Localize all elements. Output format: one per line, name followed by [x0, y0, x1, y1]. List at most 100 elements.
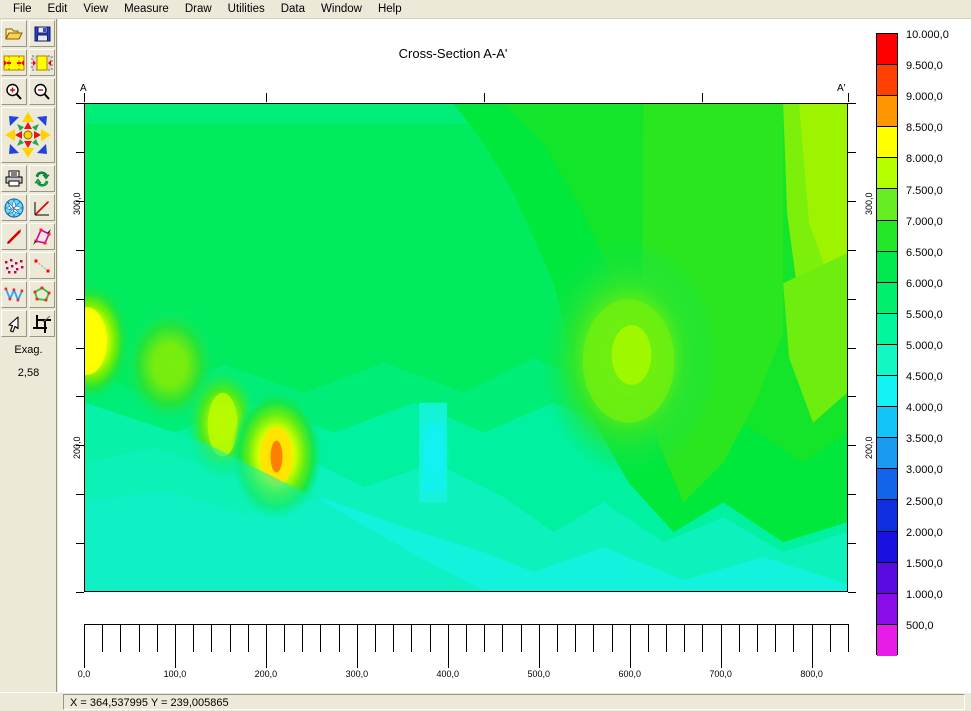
legend-swatch: [877, 96, 897, 128]
polygon-edit-button[interactable]: [29, 223, 55, 250]
contract-horizontal-button[interactable]: [29, 49, 55, 76]
legend-swatch: [877, 189, 897, 221]
depth-axis-tick: [76, 298, 84, 300]
distance-axis-label: 700,0: [709, 669, 732, 679]
top-axis-tick: [84, 93, 85, 102]
pan-button[interactable]: [1, 107, 55, 163]
contour-field: [85, 104, 847, 591]
menu-data[interactable]: Data: [273, 1, 313, 18]
depth-axis-label: 300,0: [72, 192, 82, 215]
pencil-button[interactable]: [1, 223, 27, 250]
polygon-edit-icon: [33, 228, 51, 245]
distance-axis-label: 600,0: [618, 669, 641, 679]
top-axis-tick: [702, 93, 704, 102]
distance-axis-label: 100,0: [163, 669, 187, 679]
open-folder-icon: [5, 28, 23, 39]
zoom-in-icon: [6, 83, 22, 100]
distance-minor-tick: [848, 624, 849, 652]
zoom-in-button[interactable]: [1, 78, 27, 105]
distance-minor-tick: [738, 624, 740, 652]
legend-swatch: [877, 624, 897, 656]
distance-minor-tick: [666, 624, 668, 652]
depth-axis-tick: [848, 103, 856, 104]
depth-axis-tick: [76, 396, 84, 398]
depth-axis-tick: [76, 494, 84, 496]
depth-axis-tick: [76, 103, 84, 104]
measure-angle-icon: [34, 200, 49, 215]
plot-canvas[interactable]: Cross-Section A-A' A A' 300,0 300,0 200,…: [58, 19, 971, 692]
point-to-point-button[interactable]: [29, 252, 55, 279]
distance-minor-tick: [684, 624, 686, 652]
menu-view[interactable]: View: [75, 1, 116, 18]
distance-axis-label: 200,0: [254, 669, 278, 679]
expand-horizontal-button[interactable]: [1, 49, 27, 76]
depth-axis-tick: [848, 396, 856, 398]
polygon-button[interactable]: [29, 281, 55, 308]
legend-label: 2.500,0: [906, 495, 943, 508]
legend-label: 9.500,0: [906, 60, 943, 73]
menu-help[interactable]: Help: [370, 1, 410, 18]
crop-button[interactable]: [29, 310, 55, 337]
menu-edit[interactable]: Edit: [40, 1, 76, 18]
distance-major-tick: [447, 624, 449, 668]
menu-utilities[interactable]: Utilities: [220, 1, 273, 18]
scatter-points-button[interactable]: [1, 252, 27, 279]
distance-major-tick: [629, 624, 631, 668]
zoom-out-icon: [34, 83, 50, 100]
distance-minor-tick: [156, 624, 158, 652]
depth-axis-tick: [848, 151, 856, 153]
distance-minor-tick: [338, 624, 340, 652]
zoom-out-button[interactable]: [29, 78, 55, 105]
menu-measure[interactable]: Measure: [116, 1, 177, 18]
color-legend[interactable]: 10.000,0 9.500,0 9.000,0 8.500,0 8.000,0 7.50…: [876, 29, 971, 663]
legend-swatch: [877, 531, 897, 563]
menu-window[interactable]: Window: [313, 1, 370, 18]
legend-label: 1.500,0: [906, 557, 943, 570]
measure-angle-button[interactable]: [29, 194, 55, 221]
legend-swatch: [877, 282, 897, 314]
open-folder-button[interactable]: [1, 20, 27, 47]
save-button[interactable]: [29, 20, 55, 47]
menu-file[interactable]: File: [5, 1, 40, 18]
legend-label: 5.000,0: [906, 340, 943, 352]
legend-swatch: [877, 127, 897, 159]
depth-axis-tick: [848, 298, 856, 300]
distance-minor-tick: [520, 624, 522, 652]
distance-minor-tick: [393, 624, 395, 652]
top-axis-tick: [848, 93, 849, 102]
legend-swatch: [877, 593, 897, 625]
compass-button[interactable]: [1, 194, 27, 221]
refresh-button[interactable]: [29, 165, 55, 192]
distance-minor-tick: [647, 624, 649, 652]
polyline-button[interactable]: [1, 281, 27, 308]
distance-minor-tick: [193, 624, 195, 652]
legend-swatch: [877, 438, 897, 470]
legend-swatch: [877, 313, 897, 345]
legend-swatch: [877, 344, 897, 377]
depth-axis-tick: [848, 445, 856, 447]
distance-axis-label: 500,0: [527, 669, 551, 679]
legend-label: 2.000,0: [906, 526, 943, 539]
select-arrow-button[interactable]: [1, 310, 27, 337]
distance-minor-tick: [757, 624, 759, 652]
distance-major-tick: [84, 624, 85, 668]
legend-swatch: [877, 251, 897, 283]
scatter-points-icon: [5, 258, 24, 273]
print-button[interactable]: [1, 165, 27, 192]
coordinate-readout: X = 364,537995 Y = 239,005865: [63, 694, 965, 710]
depth-axis-tick: [76, 151, 84, 153]
tool-palette: Exag. 2,58: [0, 19, 57, 692]
distance-major-tick: [720, 624, 722, 668]
distance-minor-tick: [120, 624, 122, 652]
distance-minor-tick: [593, 624, 595, 652]
distance-axis-label: 0,0: [77, 669, 91, 679]
distance-minor-tick: [575, 624, 577, 652]
print-icon: [5, 170, 23, 187]
distance-axis-label: 400,0: [436, 669, 460, 679]
menu-draw[interactable]: Draw: [177, 1, 220, 18]
distance-minor-tick: [411, 624, 413, 652]
point-to-point-icon: [34, 259, 50, 272]
distance-minor-tick: [320, 624, 322, 652]
depth-axis-tick: [848, 592, 856, 593]
cross-section-plot[interactable]: [84, 103, 848, 592]
